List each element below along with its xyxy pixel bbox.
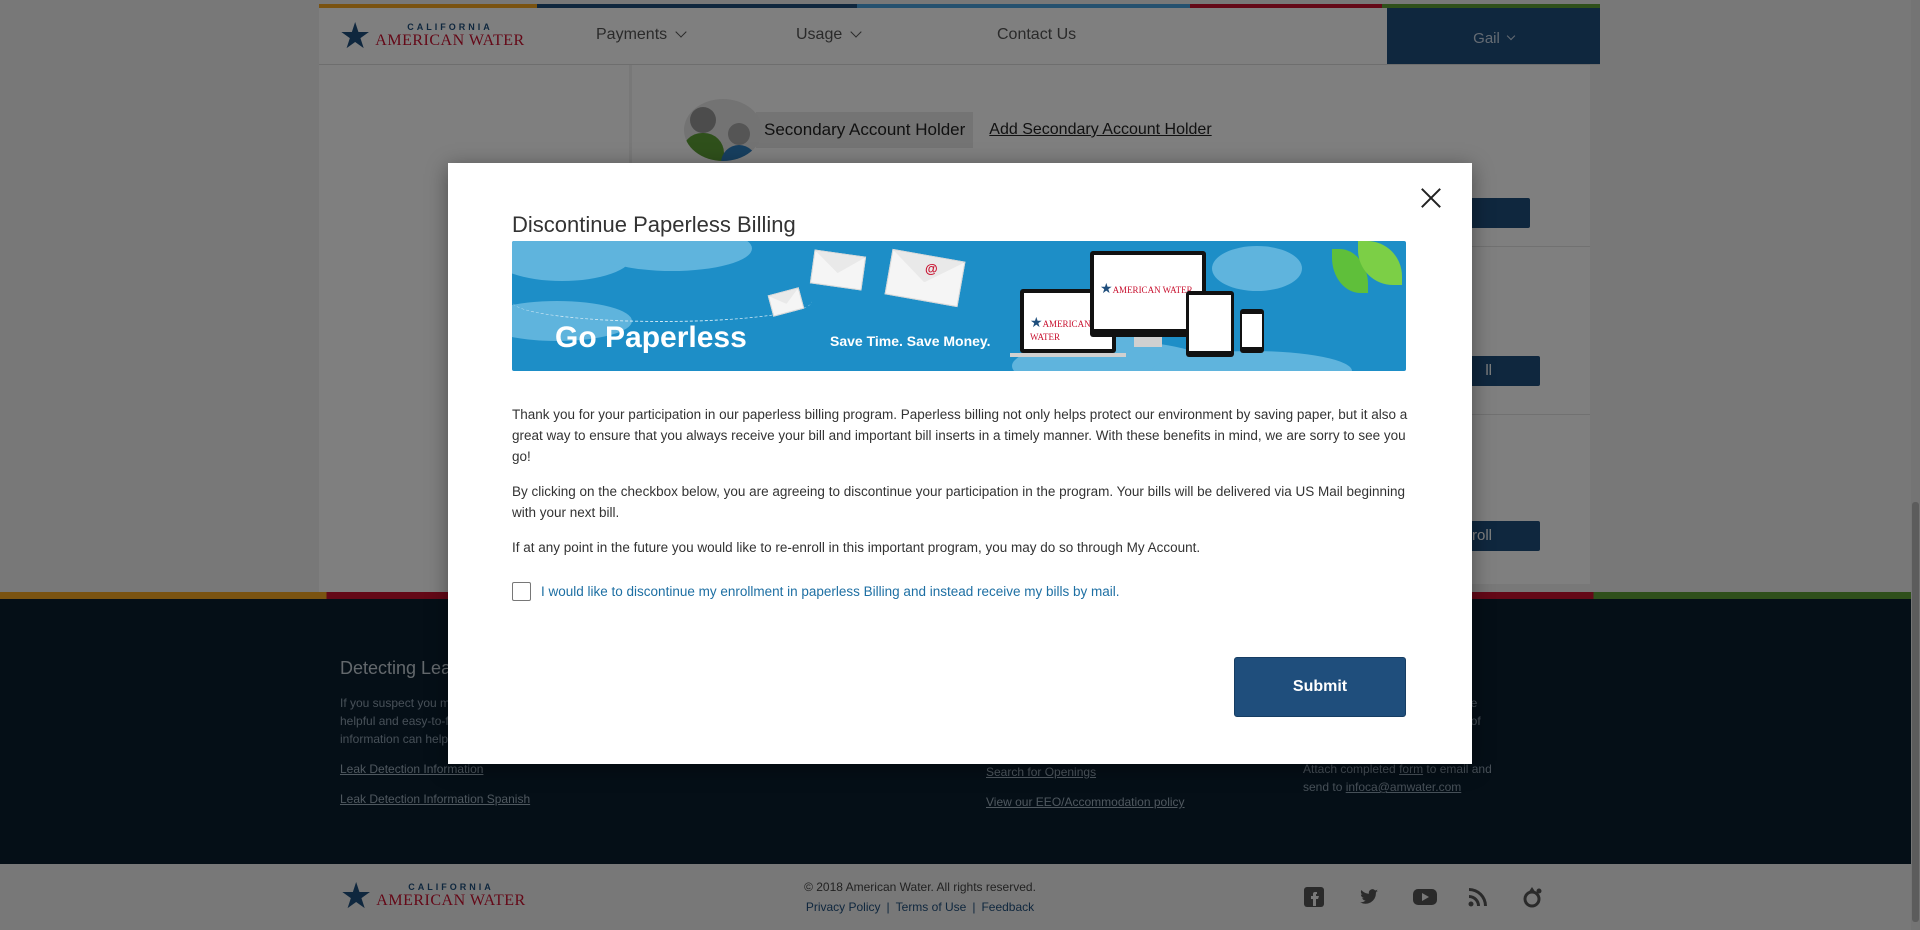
submit-button[interactable]: Submit — [1234, 657, 1406, 717]
dialog-paragraph: By clicking on the checkbox below, you a… — [512, 484, 1406, 520]
phone-icon — [1240, 309, 1264, 353]
discontinue-checkbox-label[interactable]: I would like to discontinue my enrollmen… — [541, 584, 1120, 599]
envelope-icon — [809, 249, 867, 291]
discontinue-checkbox-row[interactable]: I would like to discontinue my enrollmen… — [512, 582, 1120, 601]
tablet-icon — [1186, 291, 1234, 357]
banner-headline: Go Paperless — [555, 321, 747, 354]
dialog-title: Discontinue Paperless Billing — [512, 212, 796, 237]
close-icon[interactable] — [1418, 185, 1444, 211]
discontinue-checkbox[interactable] — [512, 582, 531, 601]
email-at-icon: @ — [925, 261, 938, 276]
envelope-icon — [884, 248, 966, 308]
dialog-paragraph: Thank you for your participation in our … — [512, 407, 1408, 464]
banner-tagline: Save Time. Save Money. — [830, 333, 991, 349]
dialog-body: Thank you for your participation in our … — [512, 404, 1408, 572]
discontinue-paperless-dialog: Discontinue Paperless Billing @ ★AMERICA… — [448, 163, 1472, 764]
go-paperless-banner: @ ★AMERICAN WATER ★AMERICAN WATER Go Pap… — [512, 241, 1406, 371]
dialog-paragraph: If at any point in the future you would … — [512, 540, 1201, 555]
